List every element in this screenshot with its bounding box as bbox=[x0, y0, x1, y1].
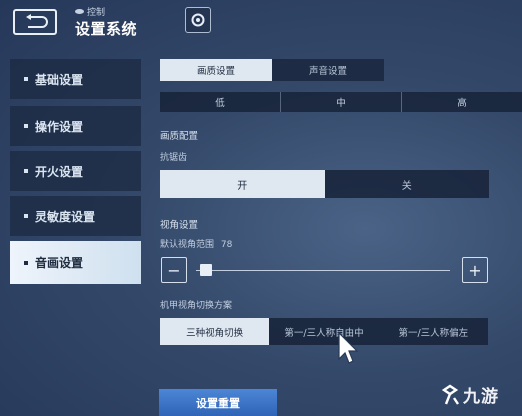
tab-sound[interactable]: 声音设置 bbox=[272, 59, 384, 81]
bullet-icon bbox=[24, 169, 28, 173]
sidebar-item-label: 开火设置 bbox=[35, 164, 84, 179]
antialias-off-option[interactable]: 关 bbox=[325, 170, 490, 198]
sidebar-item-label: 操作设置 bbox=[35, 119, 84, 134]
sidebar-item-basic[interactable]: 基础设置 bbox=[10, 59, 141, 99]
fov-increase-button[interactable]: + bbox=[462, 257, 488, 283]
camera-option-free-center[interactable]: 第一/三人称自由中 bbox=[269, 318, 378, 345]
sidebar-item-fire[interactable]: 开火设置 bbox=[10, 151, 141, 191]
reset-settings-button[interactable]: 设置重置 bbox=[159, 389, 277, 416]
settings-tabs: 画质设置 声音设置 bbox=[160, 59, 384, 81]
fov-label-row: 默认视角范围 78 bbox=[160, 237, 232, 250]
sidebar-item-sensitivity[interactable]: 灵敏度设置 bbox=[10, 196, 141, 236]
back-arrow-icon bbox=[26, 14, 48, 28]
watermark-text: 九游 bbox=[463, 387, 499, 407]
fov-slider-track[interactable] bbox=[196, 270, 450, 271]
top-bar: 控制 设置系统 bbox=[0, 0, 522, 44]
sidebar-item-controls[interactable]: 操作设置 bbox=[10, 106, 141, 146]
tab-graphics[interactable]: 画质设置 bbox=[160, 59, 272, 81]
page-title: 设置系统 bbox=[75, 20, 138, 38]
sidebar-item-label: 基础设置 bbox=[35, 72, 84, 87]
pointer-cursor-icon bbox=[338, 331, 359, 364]
camera-switch-label: 机甲视角切换方案 bbox=[160, 301, 233, 311]
camera-option-three-modes[interactable]: 三种视角切换 bbox=[160, 318, 270, 345]
bullet-icon bbox=[24, 124, 28, 128]
camera-switch-selector: 三种视角切换 第一/三人称自由中 第一/三人称偏左 bbox=[160, 318, 488, 345]
bullet-icon bbox=[24, 260, 28, 265]
sidebar-item-label: 灵敏度设置 bbox=[35, 209, 96, 224]
watermark: 九游 bbox=[440, 382, 499, 407]
antialias-label: 抗锯齿 bbox=[160, 153, 188, 163]
bullet-icon bbox=[24, 77, 28, 81]
quality-preset-selector: 低 中 高 bbox=[160, 92, 522, 112]
quality-low-option[interactable]: 低 bbox=[160, 92, 281, 112]
antialias-on-option[interactable]: 开 bbox=[160, 170, 325, 198]
fov-slider-thumb[interactable] bbox=[199, 264, 212, 276]
quality-high-option[interactable]: 高 bbox=[402, 92, 522, 112]
camera-option-left-offset[interactable]: 第一/三人称偏左 bbox=[379, 318, 488, 345]
fov-label: 默认视角范围 bbox=[160, 240, 215, 250]
bullet-icon bbox=[24, 214, 28, 218]
sidebar-item-label: 音画设置 bbox=[35, 256, 84, 270]
antialias-toggle: 开 关 bbox=[160, 170, 489, 198]
view-section-title: 视角设置 bbox=[160, 220, 199, 231]
settings-shortcut-button[interactable] bbox=[185, 7, 211, 33]
breadcrumb-parent: 控制 bbox=[87, 8, 106, 18]
back-button[interactable] bbox=[13, 9, 57, 35]
graphics-section-title: 画质配置 bbox=[160, 131, 199, 142]
breadcrumb: 控制 bbox=[75, 5, 105, 18]
eye-icon bbox=[75, 9, 84, 14]
watermark-logo-icon bbox=[441, 384, 459, 405]
sidebar-item-audio-video[interactable]: 音画设置 bbox=[10, 241, 141, 284]
fov-value: 78 bbox=[220, 240, 233, 250]
quality-medium-option[interactable]: 中 bbox=[281, 92, 402, 112]
target-icon bbox=[191, 13, 205, 27]
fov-decrease-button[interactable]: − bbox=[161, 257, 187, 283]
